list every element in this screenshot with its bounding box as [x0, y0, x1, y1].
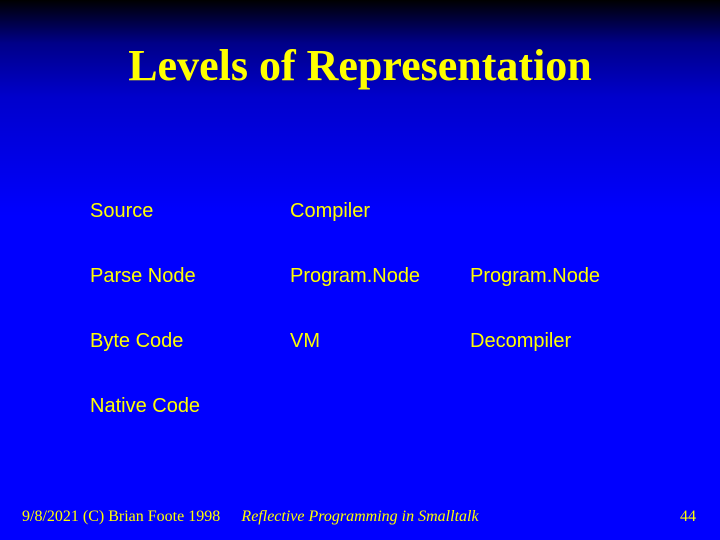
cell-level: Parse Node — [90, 265, 290, 288]
table-row: Parse Node Program.Node Program.Node — [90, 265, 660, 288]
slide-footer: 9/8/2021 (C) Brian Foote 1998 Reflective… — [0, 508, 720, 526]
footer-date-copyright: 9/8/2021 (C) Brian Foote 1998 — [22, 508, 220, 526]
cell-processor: Compiler — [290, 200, 470, 223]
cell-extra: Program.Node — [470, 265, 650, 288]
levels-table: Source Compiler Parse Node Program.Node … — [90, 200, 660, 460]
slide-number: 44 — [680, 508, 696, 526]
cell-extra — [470, 395, 650, 418]
cell-level: Native Code — [90, 395, 290, 418]
cell-processor: VM — [290, 330, 470, 353]
cell-level: Source — [90, 200, 290, 223]
cell-processor: Program.Node — [290, 265, 470, 288]
cell-extra: Decompiler — [470, 330, 650, 353]
table-row: Source Compiler — [90, 200, 660, 223]
cell-level: Byte Code — [90, 330, 290, 353]
slide-title: Levels of Representation — [0, 40, 720, 91]
cell-extra — [470, 200, 650, 223]
table-row: Byte Code VM Decompiler — [90, 330, 660, 353]
table-row: Native Code — [90, 395, 660, 418]
slide: Levels of Representation Source Compiler… — [0, 0, 720, 540]
cell-processor — [290, 395, 470, 418]
